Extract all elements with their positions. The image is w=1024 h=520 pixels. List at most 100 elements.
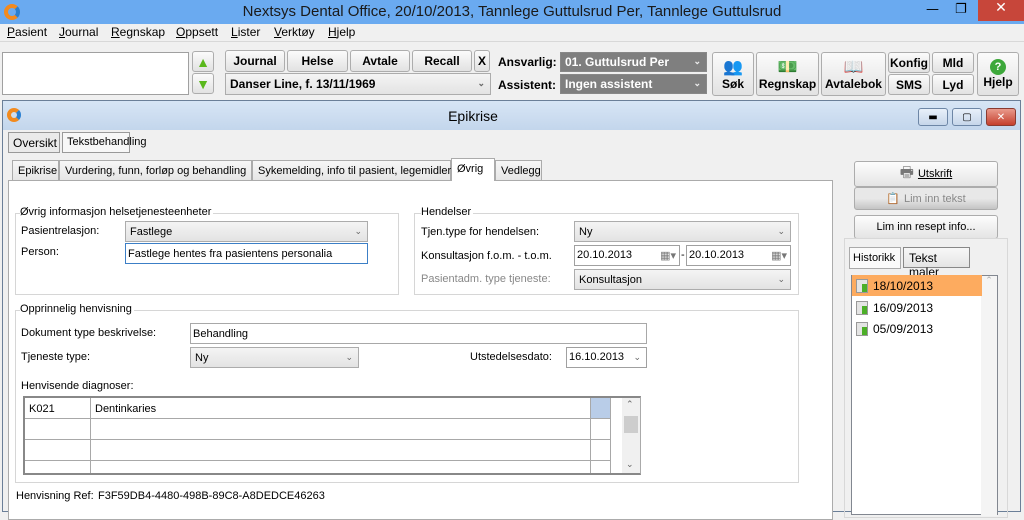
scrollbar-thumb[interactable]	[624, 416, 638, 433]
helse-button[interactable]: Helse	[287, 50, 348, 72]
henvisning-ref-value: F3F59DB4-4480-498B-89C8-A8DEDCE46263	[98, 490, 325, 502]
diagnosis-name[interactable]: Dentinkaries	[91, 398, 591, 419]
dokument-type-input[interactable]	[190, 323, 647, 344]
row-selector[interactable]	[591, 398, 611, 419]
patient-value: Danser Line, f. 13/11/1969	[230, 77, 376, 91]
ansvarlig-value: 01. Guttulsrud Per	[565, 55, 670, 69]
history-scrollbar[interactable]: ⌃	[981, 276, 997, 516]
printer-icon: 🖶	[899, 163, 914, 181]
tab-vurdering[interactable]: Vurdering, funn, forløp og behandling	[59, 160, 252, 181]
person-input[interactable]	[125, 243, 368, 264]
lim-inn-tekst-button[interactable]: 📋 Lim inn tekst	[854, 187, 998, 210]
journal-button[interactable]: Journal	[225, 50, 285, 72]
previous-patient-button[interactable]: ▲	[192, 51, 214, 72]
chevron-down-icon: ⌄	[777, 273, 785, 284]
tab-historikk[interactable]: Historikk	[849, 247, 901, 269]
assistent-label: Assistent:	[498, 78, 557, 92]
clipboard-icon: 📋	[886, 193, 900, 205]
patient-search-input[interactable]	[2, 52, 189, 95]
history-date: 16/09/2013	[873, 300, 934, 315]
calendar-icon[interactable]: ▦▾	[771, 249, 787, 262]
konsultasjon-label: Konsultasjon f.o.m. - t.o.m.	[421, 250, 552, 262]
history-date: 05/09/2013	[873, 321, 934, 336]
history-date: 18/10/2013	[873, 278, 934, 293]
tab-vedlegg[interactable]: Vedlegg	[495, 160, 542, 181]
menu-verktoy[interactable]: Verktøy	[274, 25, 315, 39]
pasientrelasjon-label: Pasientrelasjon:	[21, 225, 100, 237]
lyd-button[interactable]: Lyd	[932, 74, 974, 95]
minimize-icon[interactable]: —	[926, 2, 939, 17]
tab-tekst-maler[interactable]: Tekst maler	[903, 247, 970, 279]
table-row[interactable]	[25, 461, 640, 473]
calendar-icon[interactable]: ▦▾	[660, 249, 676, 262]
window-maximize-button[interactable]: ▢	[952, 108, 982, 126]
oversikt-button[interactable]: Oversikt	[8, 132, 60, 153]
mld-button[interactable]: Mld	[932, 52, 974, 73]
to-date-input[interactable]: 20.10.2013 ▦▾	[686, 245, 791, 266]
tjeneste-type-dropdown[interactable]: Ny ⌄	[190, 347, 359, 368]
utstedelsesdato-input[interactable]: 16.10.2013 ⌄	[566, 347, 647, 368]
close-patient-button[interactable]: X	[474, 50, 490, 72]
scroll-up-icon[interactable]: ⌃	[626, 400, 634, 410]
chevron-down-icon: ⌄	[354, 225, 362, 236]
scroll-down-icon[interactable]: ⌄	[626, 460, 634, 470]
grid-scrollbar[interactable]: ⌃ ⌄	[622, 398, 640, 473]
history-item[interactable]: 05/09/2013	[852, 318, 982, 339]
ansvarlig-dropdown[interactable]: 01. Guttulsrud Per ⌄	[560, 52, 707, 72]
maximize-icon: ▢	[962, 111, 972, 123]
henvisning-group-title: Opprinnelig henvisning	[20, 303, 134, 315]
next-patient-button[interactable]: ▼	[192, 73, 214, 94]
chevron-down-icon: ⌄	[693, 55, 701, 66]
tekstbehandling-button[interactable]: Tekstbehandling	[62, 132, 147, 153]
chevron-down-icon: ⌄	[777, 225, 785, 236]
avtale-button[interactable]: Avtale	[350, 50, 410, 72]
table-row[interactable]	[25, 440, 640, 461]
history-item-selected[interactable]: 18/10/2013	[852, 275, 982, 296]
menu-hjelp[interactable]: Hjelp	[328, 25, 355, 39]
assistent-value: Ingen assistent	[565, 77, 653, 91]
pasientrelasjon-value: Fastlege	[130, 225, 173, 238]
window-close-button[interactable]: ✕	[986, 108, 1016, 126]
window-minimize-button[interactable]: ▬	[918, 108, 948, 126]
regnskap-button[interactable]: 💵 Regnskap	[756, 52, 819, 96]
tjen-type-value: Ny	[579, 225, 593, 238]
scroll-up-icon[interactable]: ⌃	[981, 276, 997, 286]
history-item[interactable]: 16/09/2013	[852, 297, 982, 318]
date-range-dash: -	[681, 249, 685, 261]
tab-ovrig[interactable]: Øvrig	[451, 158, 495, 181]
assistent-dropdown[interactable]: Ingen assistent ⌄	[560, 74, 707, 94]
menu-pasient[interactable]: Pasient	[7, 25, 47, 39]
menu-oppsett[interactable]: Oppsett	[176, 25, 218, 39]
tab-epikrise[interactable]: Epikrise	[12, 160, 59, 181]
close-button[interactable]: ✕	[978, 0, 1024, 21]
hjelp-button[interactable]: ? Hjelp	[977, 52, 1019, 96]
tjeneste-type-label: Tjeneste type:	[21, 351, 91, 363]
from-date-input[interactable]: 20.10.2013 ▦▾	[574, 245, 680, 266]
restore-icon[interactable]: ❐	[955, 2, 967, 17]
pasientadm-value: Konsultasjon	[579, 273, 642, 286]
konfig-button[interactable]: Konfig	[888, 52, 930, 73]
menu-journal[interactable]: Journal	[59, 25, 98, 39]
patient-dropdown[interactable]: Danser Line, f. 13/11/1969 ⌄	[225, 73, 491, 95]
recall-button[interactable]: Recall	[412, 50, 472, 72]
help-icon: ?	[990, 59, 1006, 75]
money-icon: 💵	[777, 59, 798, 76]
from-date-value: 20.10.2013	[577, 249, 633, 261]
document-icon	[856, 300, 868, 315]
pasientrelasjon-dropdown[interactable]: Fastlege ⌄	[125, 221, 368, 242]
table-row[interactable]	[25, 419, 640, 440]
lim-inn-resept-button[interactable]: Lim inn resept info...	[854, 215, 998, 239]
menu-lister[interactable]: Lister	[231, 25, 260, 39]
pasientadm-dropdown[interactable]: Konsultasjon ⌄	[574, 269, 791, 290]
utskrift-label: Utskrift	[917, 168, 953, 180]
menu-regnskap[interactable]: Regnskap	[111, 25, 165, 39]
table-row[interactable]: K021 Dentinkaries	[25, 398, 640, 419]
diagnosis-code[interactable]: K021	[25, 398, 91, 419]
sms-button[interactable]: SMS	[888, 74, 930, 95]
document-icon	[856, 321, 868, 336]
tab-sykemelding[interactable]: Sykemelding, info til pasient, legemidle…	[252, 160, 451, 181]
utskrift-button[interactable]: 🖶 Utskrift	[854, 161, 998, 187]
tjen-type-dropdown[interactable]: Ny ⌄	[574, 221, 791, 242]
avtalebok-button[interactable]: 📖 Avtalebok	[821, 52, 886, 96]
sok-button[interactable]: 👥 Søk	[712, 52, 754, 96]
